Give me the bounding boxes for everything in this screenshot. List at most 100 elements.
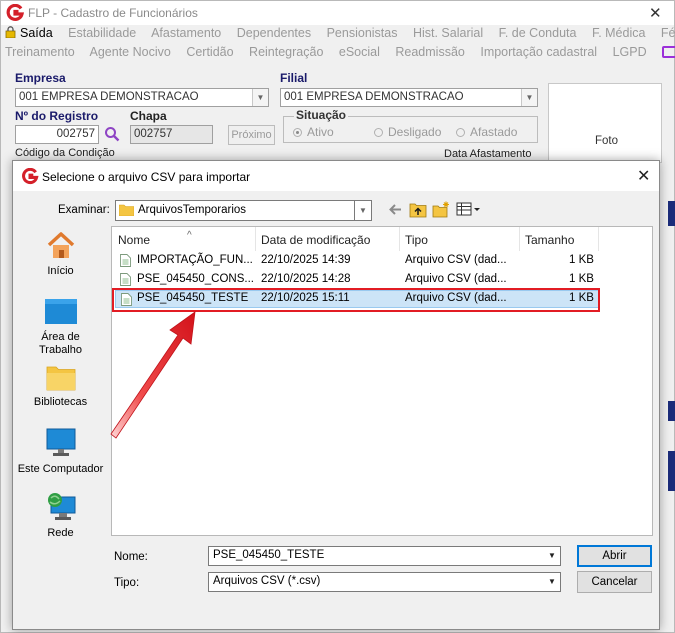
registro-label: Nº do Registro	[15, 109, 99, 123]
photo-box[interactable]: Foto	[548, 83, 662, 163]
menu-item-certidao[interactable]: Certidão	[186, 45, 233, 59]
menu-item-saida[interactable]: Saída	[5, 26, 53, 40]
file-name-label: Nome:	[114, 551, 148, 563]
folder-icon	[119, 204, 134, 216]
menu-item-f-conduta[interactable]: F. de Conduta	[499, 26, 577, 40]
file-type: Arquivo CSV (dad...	[405, 254, 507, 266]
radio-unchecked-icon	[374, 128, 383, 137]
chevron-down-icon[interactable]: ▼	[544, 547, 560, 565]
radio-afastado[interactable]: Afastado	[456, 125, 517, 139]
chevron-down-icon: ▼	[354, 201, 371, 220]
desktop-icon	[44, 299, 77, 324]
side-strip	[668, 451, 675, 491]
column-header-nome[interactable]: Nome ^	[118, 230, 192, 247]
place-label: Início	[47, 265, 74, 277]
filial-label: Filial	[280, 71, 308, 85]
place-label: Este Computador	[17, 463, 104, 475]
menu-item-hist-salarial[interactable]: Hist. Salarial	[413, 26, 483, 40]
new-folder-icon[interactable]	[432, 201, 450, 218]
chevron-down-icon: ▼	[252, 89, 268, 106]
csv-file-icon	[120, 273, 131, 286]
radio-checked-icon	[293, 128, 302, 137]
situacao-label: Situação	[294, 108, 349, 122]
place-inicio[interactable]: Início	[13, 229, 108, 278]
filial-select[interactable]: 001 EMPRESA DEMONSTRACAO ▼	[280, 88, 538, 107]
look-in-select[interactable]: ArquivosTemporarios ▼	[115, 200, 372, 221]
place-bibliotecas[interactable]: Bibliotecas	[13, 364, 108, 409]
sort-arrow-icon: ^	[187, 230, 192, 241]
file-name-value: PSE_045450_TESTE	[213, 549, 325, 561]
column-divider[interactable]	[519, 227, 520, 251]
file-type-value: Arquivos CSV (*.csv)	[213, 575, 321, 587]
menu-item-agente-nocivo[interactable]: Agente Nocivo	[90, 45, 171, 59]
computer-icon	[46, 428, 75, 456]
app-logo-icon	[6, 4, 24, 21]
libraries-icon	[46, 366, 75, 391]
place-label: Bibliotecas	[33, 396, 88, 408]
column-header-tamanho[interactable]: Tamanho	[525, 233, 574, 247]
file-type: Arquivo CSV (dad...	[405, 273, 507, 285]
empresa-label: Empresa	[15, 71, 66, 85]
place-rede[interactable]: Rede	[13, 491, 108, 540]
monitor-icon[interactable]	[662, 46, 675, 58]
menu-item-esocial[interactable]: eSocial	[339, 45, 380, 59]
menu-item-reintegracao[interactable]: Reintegração	[249, 45, 323, 59]
home-icon	[47, 232, 74, 258]
menu-item-readmissao[interactable]: Readmissão	[395, 45, 464, 59]
csv-file-icon	[120, 254, 131, 267]
registro-input[interactable]: 002757	[15, 125, 99, 144]
menu-item-dependentes[interactable]: Dependentes	[237, 26, 311, 40]
lock-icon	[5, 26, 16, 38]
menu-item-afastamento[interactable]: Afastamento	[151, 26, 221, 40]
radio-ativo[interactable]: Ativo	[293, 125, 334, 139]
side-strip	[668, 201, 675, 226]
codigo-condicao-label: Código da Condição	[15, 147, 115, 159]
radio-desligado[interactable]: Desligado	[374, 125, 441, 139]
empresa-select[interactable]: 001 EMPRESA DEMONSTRACAO ▼	[15, 88, 269, 107]
open-button[interactable]: Abrir	[577, 545, 652, 567]
file-name: IMPORTAÇÃO_FUN...	[137, 254, 253, 266]
menu-item-importacao-cadastral[interactable]: Importação cadastral	[480, 45, 597, 59]
chapa-label: Chapa	[130, 109, 167, 123]
place-area-de-trabalho[interactable]: Área de Trabalho	[13, 297, 108, 357]
view-menu-icon[interactable]	[456, 201, 482, 218]
menu-item-f-medica[interactable]: F. Médica	[592, 26, 646, 40]
situacao-group: Situação Ativo Desligado Afastado	[283, 108, 538, 143]
file-row[interactable]: IMPORTAÇÃO_FUN... 22/10/2025 14:39 Arqui…	[115, 252, 600, 270]
app-logo-icon	[22, 168, 39, 185]
file-list[interactable]: Nome ^ Data de modificação Tipo Tamanho I…	[111, 226, 653, 536]
empresa-value: 001 EMPRESA DEMONSTRACAO	[19, 91, 199, 103]
place-label: Área de Trabalho	[38, 331, 82, 356]
search-icon[interactable]	[104, 126, 120, 142]
close-icon[interactable]: ✕	[637, 166, 650, 186]
filial-value: 001 EMPRESA DEMONSTRACAO	[284, 91, 464, 103]
menu-item-lgpd[interactable]: LGPD	[613, 45, 647, 59]
column-divider[interactable]	[598, 227, 599, 251]
selection-highlight-box	[112, 288, 600, 312]
column-divider[interactable]	[399, 227, 400, 251]
file-row[interactable]: PSE_045450_CONS... 22/10/2025 14:28 Arqu…	[115, 271, 600, 289]
cancel-button[interactable]: Cancelar	[577, 571, 652, 593]
app-titlebar: FLP - Cadastro de Funcionários ✕	[1, 1, 674, 25]
file-size: 1 KB	[569, 254, 594, 266]
proximo-button[interactable]: Próximo	[228, 125, 275, 145]
photo-label: Foto	[595, 135, 619, 147]
chevron-down-icon[interactable]: ▼	[544, 573, 560, 591]
menu-bar: Saída Estabilidade Afastamento Dependent…	[1, 25, 675, 65]
menu-item-estabilidade[interactable]: Estabilidade	[68, 26, 136, 40]
menu-item-pensionistas[interactable]: Pensionistas	[327, 26, 398, 40]
column-divider[interactable]	[255, 227, 256, 251]
places-bar: Início Área de Trabalho Bibliotecas Este…	[13, 224, 108, 539]
up-folder-icon[interactable]	[409, 201, 427, 218]
back-arrow-icon[interactable]	[387, 201, 403, 218]
place-este-computador[interactable]: Este Computador	[13, 427, 108, 476]
chapa-input[interactable]: 002757	[130, 125, 213, 144]
file-type-select[interactable]: Arquivos CSV (*.csv) ▼	[208, 572, 561, 592]
column-header-tipo[interactable]: Tipo	[405, 233, 428, 247]
column-header-data[interactable]: Data de modificação	[261, 233, 370, 247]
menu-item-ferias[interactable]: Férias	[661, 26, 675, 40]
dialog-title: Selecione o arquivo CSV para importar	[42, 170, 251, 184]
app-close-icon[interactable]: ✕	[649, 4, 662, 22]
menu-item-treinamento[interactable]: Treinamento	[5, 45, 75, 59]
file-name-input[interactable]: PSE_045450_TESTE ▼	[208, 546, 561, 566]
